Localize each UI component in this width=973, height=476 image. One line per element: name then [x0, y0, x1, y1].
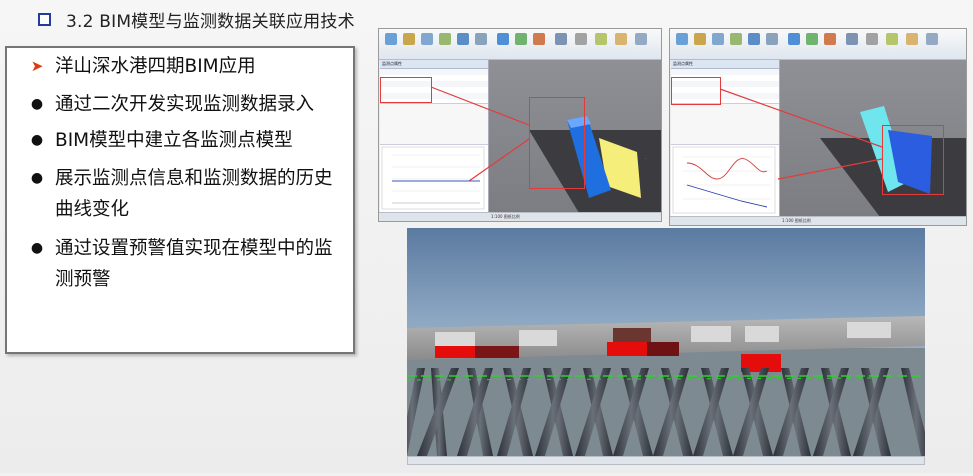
bullet-text: BIM模型中建立各监测点模型	[55, 130, 293, 151]
pile-structure-render	[407, 316, 925, 456]
section-header: 3.2 BIM模型与监测数据关联应用技术	[38, 6, 355, 32]
bullet-text: 洋山深水港四期BIM应用	[55, 56, 256, 77]
section-title: 3.2 BIM模型与监测数据关联应用技术	[66, 11, 355, 32]
highlight-box	[380, 77, 432, 103]
viewer-status-bar	[407, 456, 925, 465]
warning-marker	[607, 342, 647, 356]
bullet-text: 通过二次开发实现监测数据录入	[55, 94, 315, 115]
ribbon-toolbar	[379, 29, 661, 60]
warning-icon[interactable]	[533, 33, 545, 45]
dot-bullet-icon: ●	[30, 170, 44, 186]
highlight-box	[882, 125, 944, 195]
monitor-point-icon[interactable]	[806, 33, 818, 45]
export-icon[interactable]	[635, 33, 647, 45]
status-bar: 1:100 图纸比例	[670, 216, 966, 225]
status-text: 1:100 图纸比例	[491, 214, 520, 219]
settings-icon[interactable]	[575, 33, 587, 45]
view-icon[interactable]	[730, 33, 742, 45]
paste-icon[interactable]	[694, 33, 706, 45]
software-screenshot-left: 监测点属性 · · 1:100 图纸比例	[378, 28, 662, 222]
modify-icon[interactable]	[676, 33, 688, 45]
settings-icon[interactable]	[866, 33, 878, 45]
paste-icon[interactable]	[403, 33, 415, 45]
viewer-status-text	[408, 468, 412, 474]
select-icon[interactable]	[712, 33, 724, 45]
measure-icon[interactable]	[748, 33, 760, 45]
arrow-bullet-icon: ➤	[30, 57, 44, 75]
status-text: 1:100 图纸比例	[782, 218, 811, 223]
export-icon[interactable]	[926, 33, 938, 45]
bullet-text: 展示监测点信息和监测数据的历史曲线变化	[55, 168, 333, 220]
quantify-icon[interactable]	[595, 33, 607, 45]
monitor-input-icon[interactable]	[788, 33, 800, 45]
monitor-point-icon[interactable]	[515, 33, 527, 45]
chart-icon[interactable]	[555, 33, 567, 45]
view-icon[interactable]	[439, 33, 451, 45]
warning-marker	[435, 346, 475, 358]
highlight-box	[671, 77, 721, 105]
properties-icon[interactable]	[906, 33, 918, 45]
dot-bullet-icon: ●	[30, 96, 44, 112]
chart-icon[interactable]	[846, 33, 858, 45]
panel-title: 监测点属性	[671, 60, 779, 69]
create-icon[interactable]	[475, 33, 487, 45]
select-icon[interactable]	[421, 33, 433, 45]
dot-bullet-icon: ●	[30, 132, 44, 148]
monitor-input-icon[interactable]	[497, 33, 509, 45]
ribbon-toolbar	[670, 29, 966, 60]
properties-icon[interactable]	[615, 33, 627, 45]
wharf-3d-scene[interactable]	[407, 228, 925, 456]
panel-title: 监测点属性	[380, 60, 488, 69]
modify-icon[interactable]	[385, 33, 397, 45]
data-input-form[interactable]	[671, 104, 779, 145]
data-input-form[interactable]	[380, 104, 488, 145]
measure-icon[interactable]	[457, 33, 469, 45]
bullet-text: 通过设置预警值实现在模型中的监测预警	[55, 238, 333, 290]
highlight-box	[529, 97, 585, 189]
square-bullet-icon	[38, 12, 51, 26]
history-curve-chart	[381, 146, 485, 210]
warning-icon[interactable]	[824, 33, 836, 45]
software-screenshot-right: 监测点属性 1:100 图纸比例	[669, 28, 967, 226]
dot-bullet-icon: ●	[30, 240, 44, 256]
svg-text:·: ·	[633, 96, 635, 102]
bullet-text-box: ➤ 洋山深水港四期BIM应用 ● 通过二次开发实现监测数据录入 ● BIM模型中…	[5, 46, 355, 354]
quantify-icon[interactable]	[886, 33, 898, 45]
create-icon[interactable]	[766, 33, 778, 45]
history-curve-chart	[672, 146, 776, 214]
status-bar: 1:100 图纸比例	[379, 212, 661, 221]
